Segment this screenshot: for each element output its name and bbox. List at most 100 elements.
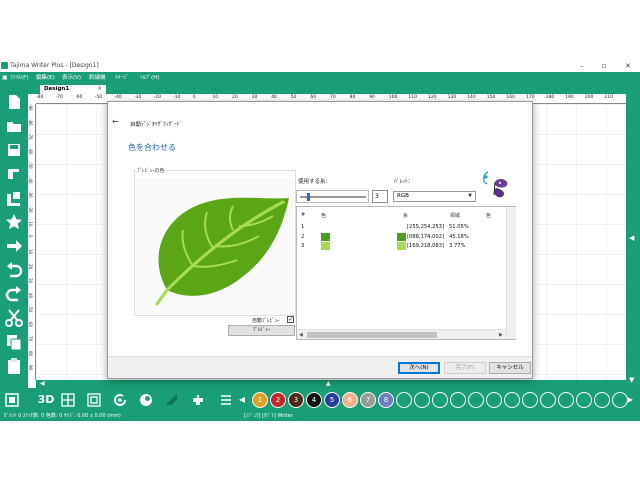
horizontal-scrollbar[interactable]: ◀ ▲	[36, 380, 626, 388]
thread-color-swatch-4[interactable]: 4	[306, 392, 322, 408]
thread-color-swatch-7[interactable]: 7	[360, 392, 376, 408]
arrow-right-icon[interactable]	[4, 236, 24, 256]
thread-color-swatch-empty[interactable]	[540, 392, 556, 408]
row-index: 1	[301, 224, 305, 230]
thread-color-swatch-8[interactable]: 8	[378, 392, 394, 408]
row-rgb: [088,174,002]	[407, 234, 445, 240]
cancel-button[interactable]: キャンセル	[489, 362, 531, 374]
tab-close-icon[interactable]: ✕	[97, 85, 102, 94]
embroidery-icon[interactable]	[4, 188, 24, 208]
thread-color-swatch-empty[interactable]	[414, 392, 430, 408]
thread-color-swatch-empty[interactable]	[594, 392, 610, 408]
hoop-icon[interactable]	[84, 390, 104, 410]
grid-icon[interactable]	[58, 390, 78, 410]
dialog-footer: 次へ(N) 完了(F) キャンセル	[108, 356, 532, 378]
save-icon[interactable]	[4, 140, 24, 160]
needle-icon[interactable]	[162, 390, 182, 410]
menu-help[interactable]: ﾍﾙﾌﾟ(H)	[140, 72, 159, 84]
open-folder-icon[interactable]	[4, 116, 24, 136]
minimize-button[interactable]: –	[576, 60, 588, 72]
menu-view[interactable]: 表示(V)	[62, 72, 81, 84]
row-index: 2	[301, 234, 305, 240]
ruler-tick-label: -30	[28, 191, 33, 198]
dialog-heading: 色を合わせる	[128, 143, 176, 152]
palette-dropdown[interactable]: RGB ▼	[393, 191, 476, 202]
ruler-tick-label: 170	[526, 95, 535, 100]
next-color-arrow-icon[interactable]: ▶	[620, 390, 640, 410]
thread-count-input[interactable]: 3	[372, 190, 388, 203]
thread-color-swatch-6[interactable]: 6	[342, 392, 358, 408]
scroll-up-arrow-icon[interactable]: ▲	[326, 380, 331, 388]
scroll-left-arrow-icon[interactable]: ◀	[40, 380, 45, 388]
stitch-view-icon[interactable]	[136, 390, 156, 410]
preview-colors-label: ﾌﾟﾚﾋﾞｭｰの色	[136, 167, 166, 174]
thread-color-swatch-empty[interactable]	[576, 392, 592, 408]
app-menu-icon[interactable]: ▣	[2, 74, 9, 81]
auto-preview-label: 自動ﾌﾟﾚﾋﾞｭｰ	[252, 318, 280, 324]
preview-button[interactable]: ﾌﾟﾚﾋﾞｭｰ	[228, 325, 295, 336]
maximize-button[interactable]: ▫	[598, 60, 610, 72]
vertical-scrollbar[interactable]: ◀ ▼	[626, 94, 640, 388]
sewing-machine-icon[interactable]	[4, 164, 24, 184]
col-header-color: 色	[321, 213, 327, 219]
ruler-tick-label: 190	[565, 95, 574, 100]
scroll-down-arrow-icon[interactable]: ▼	[629, 376, 634, 384]
menu-image[interactable]: ｲﾒｰｼﾞ	[115, 72, 129, 84]
ruler-tick-label: 0	[28, 234, 33, 238]
thread-color-swatch-empty[interactable]	[486, 392, 502, 408]
ruler-tick-label: 40	[28, 292, 33, 298]
scroll-right-icon[interactable]: ▶	[499, 330, 503, 340]
thread-color-swatch-empty[interactable]	[558, 392, 574, 408]
thread-color-swatch-empty[interactable]	[468, 392, 484, 408]
menu-edit[interactable]: 編集(E)	[36, 72, 55, 84]
thread-color-swatch-empty[interactable]	[432, 392, 448, 408]
thread-color-swatch-empty[interactable]	[396, 392, 412, 408]
redraw-icon[interactable]	[110, 390, 130, 410]
close-window-button[interactable]: ✕	[622, 60, 634, 72]
ruler-tick-label: -50	[94, 95, 103, 100]
thread-color-swatch-empty[interactable]	[522, 392, 538, 408]
thread-color-swatch-5[interactable]: 5	[324, 392, 340, 408]
ruler-tick-label: -40	[114, 95, 122, 100]
copy-icon[interactable]	[4, 332, 24, 352]
paste-icon[interactable]	[4, 356, 24, 376]
thread-count-slider[interactable]	[296, 190, 369, 203]
scroll-left-icon[interactable]: ◀	[299, 330, 303, 340]
thread-color-swatch-empty[interactable]	[450, 392, 466, 408]
color-swatch	[321, 242, 330, 250]
menu-file[interactable]: ﾌｧｲﾙ(F)	[10, 72, 28, 84]
puzzle-icon[interactable]	[188, 390, 208, 410]
slider-track	[300, 196, 366, 198]
thread-color-swatch-3[interactable]: 3	[288, 392, 304, 408]
redo-icon[interactable]	[4, 284, 24, 304]
star-icon[interactable]	[4, 212, 24, 232]
scissors-icon[interactable]	[4, 308, 24, 328]
leaf-image	[155, 197, 289, 306]
ruler-tick-label: 20	[28, 263, 33, 269]
ruler-tick-label: -70	[28, 133, 33, 140]
prev-color-arrow-icon[interactable]: ◀	[232, 390, 252, 410]
tab-design1[interactable]: Design1 ✕	[40, 85, 106, 94]
table-vertical-scrollbar[interactable]	[506, 207, 516, 339]
ruler-tick-label: -40	[28, 176, 33, 184]
menu-machine[interactable]: 刺繍機	[89, 72, 106, 84]
table-horizontal-scrollbar[interactable]: ◀ ▶	[297, 329, 506, 339]
next-button[interactable]: 次へ(N)	[398, 362, 440, 374]
ruler-tick-label: 10	[212, 95, 219, 100]
finish-button[interactable]: 完了(F)	[444, 362, 486, 374]
thread-color-swatch-1[interactable]: 1	[252, 392, 268, 408]
3d-view-button[interactable]: 3D	[36, 390, 56, 410]
thread-color-swatch-empty[interactable]	[504, 392, 520, 408]
row-area: 51.05%	[449, 224, 469, 230]
expand-icon[interactable]	[2, 390, 22, 410]
slider-thumb[interactable]	[306, 193, 310, 201]
ruler-tick-label: -10	[173, 95, 181, 100]
thread-color-swatch-2[interactable]: 2	[270, 392, 286, 408]
scroll-right-arrow-icon[interactable]: ◀	[629, 234, 634, 242]
scroll-thumb[interactable]	[307, 332, 437, 338]
new-file-icon[interactable]	[4, 92, 24, 112]
back-arrow-icon[interactable]: ←	[112, 117, 119, 126]
bottom-toolbar: 3D ◀ 12345678 ▶	[0, 388, 640, 412]
auto-preview-checkbox[interactable]: ✓	[287, 316, 294, 323]
undo-icon[interactable]	[4, 260, 24, 280]
